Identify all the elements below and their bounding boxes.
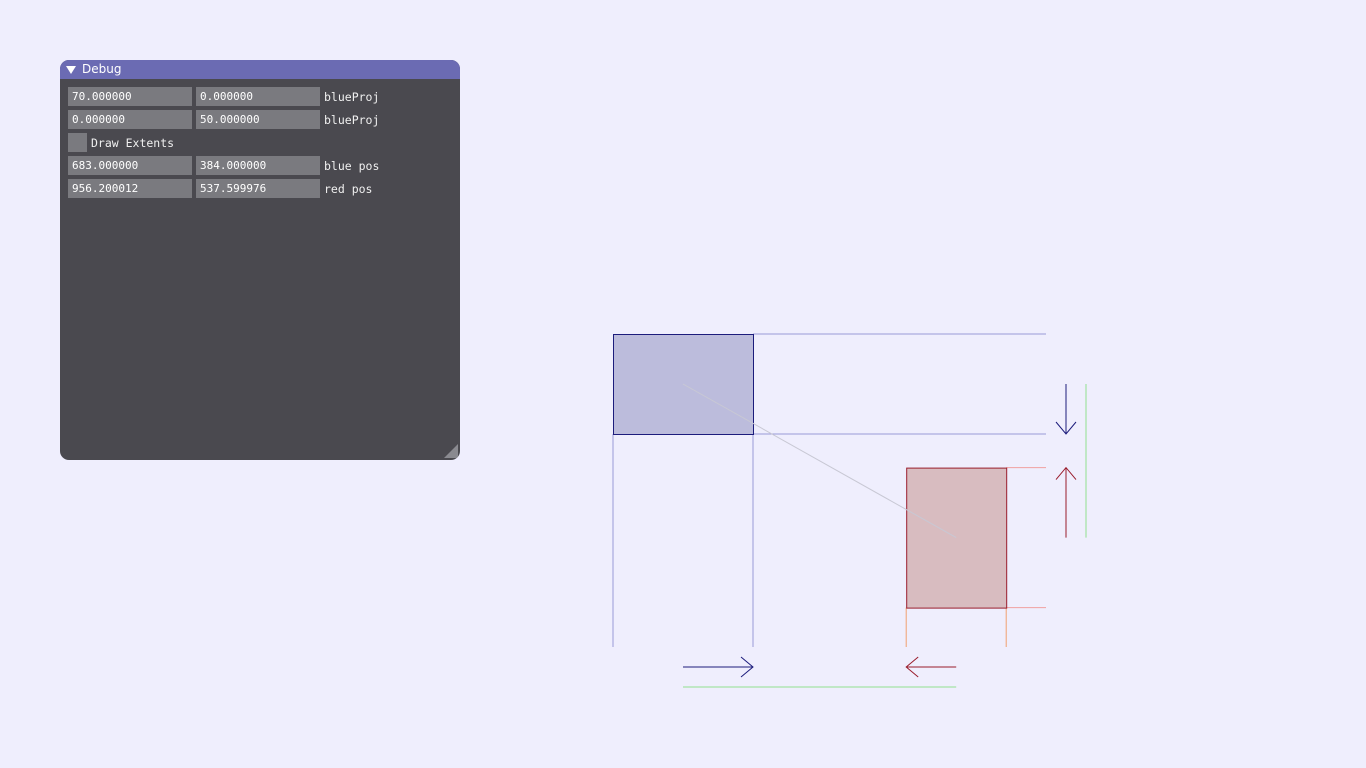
blue-proj-2-y-input[interactable]: 50.000000 [196, 110, 320, 129]
debug-window-content: 70.000000 0.000000 blueProj 0.000000 50.… [60, 79, 460, 198]
red-box [906, 467, 1008, 609]
blue-pos-label: blue pos [324, 158, 380, 173]
window-title: Debug [82, 62, 122, 76]
draw-extents-row: Draw Extents [68, 133, 460, 152]
blue-proj-2-label: blueProj [324, 112, 380, 127]
blue-proj-1-label: blueProj [324, 89, 380, 104]
blue-pos-x-input[interactable]: 683.000000 [68, 156, 192, 175]
blue-pos-y-input[interactable]: 384.000000 [196, 156, 320, 175]
red-pos-row: 956.200012 537.599976 red pos [68, 179, 460, 198]
center-connector-line [682, 383, 957, 539]
collapse-triangle-icon[interactable] [66, 65, 76, 75]
debug-window[interactable]: Debug 70.000000 0.000000 blueProj 0.0000… [60, 60, 460, 460]
draw-extents-label: Draw Extents [91, 135, 175, 150]
blue-pos-row: 683.000000 384.000000 blue pos [68, 156, 460, 175]
blue-proj-1-y-input[interactable]: 0.000000 [196, 87, 320, 106]
red-pos-x-input[interactable]: 956.200012 [68, 179, 192, 198]
resize-grip-icon[interactable] [444, 444, 458, 458]
debug-window-title-bar[interactable]: Debug [60, 60, 460, 79]
blue-proj-2-x-input[interactable]: 0.000000 [68, 110, 192, 129]
red-pos-y-input[interactable]: 537.599976 [196, 179, 320, 198]
blue-proj-row-1: 70.000000 0.000000 blueProj [68, 87, 460, 106]
draw-extents-checkbox[interactable] [68, 133, 87, 152]
blue-proj-1-x-input[interactable]: 70.000000 [68, 87, 192, 106]
blue-proj-row-2: 0.000000 50.000000 blueProj [68, 110, 460, 129]
red-pos-label: red pos [324, 181, 373, 196]
